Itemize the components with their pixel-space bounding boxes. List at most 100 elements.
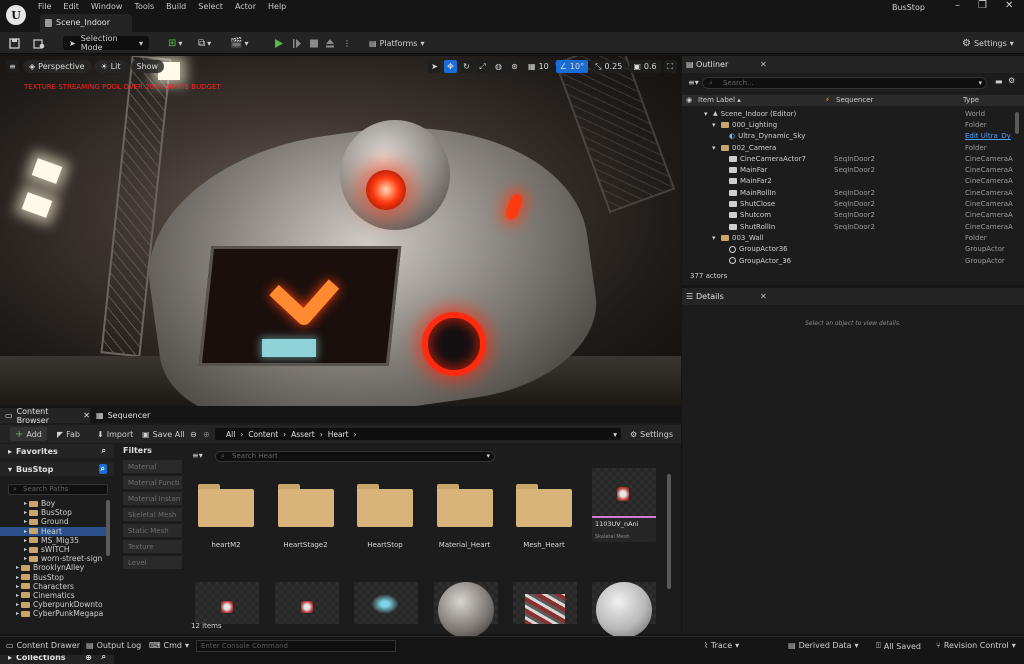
folder-tree-item[interactable]: ▸ BusStop [0, 508, 106, 517]
translate-tool-icon[interactable]: ✥ [444, 60, 457, 73]
outliner-row[interactable]: ▾ 002_Camera Folder [682, 142, 1014, 153]
add-actor-button[interactable]: ⊞ ▾ [168, 36, 182, 50]
trace-button[interactable]: ⌇ Trace ▾ [704, 641, 739, 650]
play-step-button[interactable] [292, 36, 302, 50]
folder-tree-item[interactable]: ▸ Cinematics [0, 591, 106, 600]
expander-chevron-icon[interactable]: ▸ [16, 592, 19, 599]
expander-chevron-icon[interactable]: ▸ [24, 509, 27, 516]
eject-button[interactable] [325, 36, 335, 50]
expander-chevron-icon[interactable]: ▸ [16, 574, 19, 581]
filter-chip[interactable]: Material [123, 460, 182, 473]
expander-chevron-icon[interactable]: ▸ [24, 518, 27, 525]
console-command-input[interactable]: Enter Console Command [196, 640, 396, 652]
project-header[interactable]: ▾ BusStop ⌕ [0, 462, 114, 476]
perspective-button[interactable]: ◈ Perspective [23, 60, 91, 73]
rotation-snap-button[interactable]: ∠ 10° [555, 60, 589, 73]
outliner-search-input[interactable]: ⌕ Search... ▾ [702, 77, 987, 89]
maximize-viewport-icon[interactable]: ⛶ [663, 60, 677, 73]
minimize-icon[interactable]: – [955, 0, 960, 11]
source-control-icon[interactable] [33, 36, 45, 50]
close-tab-icon[interactable]: ✕ [760, 60, 767, 69]
maximize-icon[interactable]: ❐ [978, 0, 987, 11]
asset-scrollbar[interactable] [667, 474, 671, 589]
sequencer-tab[interactable]: ▦ Sequencer [96, 408, 150, 423]
folder-tile[interactable] [516, 484, 572, 528]
menu-window[interactable]: Window [85, 0, 129, 13]
folder-tree-item[interactable]: ▸ sWITCH [0, 545, 106, 554]
stop-button[interactable] [309, 36, 319, 50]
outliner-tab[interactable]: ▤ Outliner ✕ [682, 56, 1024, 73]
rotate-tool-icon[interactable]: ↻ [460, 60, 473, 73]
asset-filter-icon[interactable]: ≡▾ [192, 451, 203, 460]
asset-tile-skeletal[interactable]: 1103UV_nAni Skeletal Mesh [592, 468, 656, 542]
visibility-eye-icon[interactable]: ◉ [686, 96, 692, 104]
play-button[interactable] [274, 36, 284, 50]
expander-chevron-icon[interactable]: ▾ [712, 234, 718, 242]
selection-mode-dropdown[interactable]: ➤ Selection Mode ▾ [63, 34, 149, 52]
folder-tree-item[interactable]: ▸ CyberpunkDownto [0, 600, 106, 609]
breadcrumb-assert[interactable]: Assert [286, 430, 320, 439]
breadcrumb-content[interactable]: Content [243, 430, 283, 439]
expander-chevron-icon[interactable]: ▸ [24, 555, 27, 562]
outliner-row[interactable]: ShutClose SeqInDoor2 CineCameraA [682, 198, 1014, 209]
history-back-icon[interactable]: ⊖ [190, 427, 197, 441]
grid-snap-button[interactable]: ▦ 10 [524, 60, 553, 73]
filter-chip[interactable]: Material Functi [123, 476, 182, 489]
asset-search-input[interactable]: ⌕ Search Heart ▾ [215, 451, 495, 462]
details-tab[interactable]: ☰ Details ✕ [682, 288, 1024, 305]
platforms-button[interactable]: ▤ Platforms ▾ [369, 36, 424, 50]
outliner-row[interactable]: MainRollIn SeqInDoor2 CineCameraA [682, 187, 1014, 198]
folder-tile[interactable] [357, 484, 413, 528]
search-icon[interactable]: ⌕ [98, 464, 107, 474]
expander-chevron-icon[interactable]: ▸ [16, 583, 19, 590]
outliner-row[interactable]: ◐ Ultra_Dynamic_Sky Edit Ultra_Dy [682, 131, 1014, 142]
content-browser-tab[interactable]: ▭ Content Browser ✕ [0, 407, 90, 425]
search-paths-input[interactable]: ⌕ Search Paths [8, 484, 108, 495]
outliner-row[interactable]: ▾ 003_Wall Folder [682, 232, 1014, 243]
outliner-row[interactable]: GroupActor_36 GroupActor [682, 255, 1014, 266]
expander-chevron-icon[interactable]: ▸ [16, 601, 19, 608]
menu-actor[interactable]: Actor [229, 0, 262, 13]
outliner-row[interactable]: Shutcom SeqInDoor2 CineCameraA [682, 210, 1014, 221]
close-tab-icon[interactable]: ✕ [760, 292, 767, 301]
folder-tree-item[interactable]: ▸ BrooklynAlley [0, 563, 106, 572]
viewport-menu-icon[interactable]: ≡ [6, 60, 19, 73]
outliner-row[interactable]: CineCameraActor7 SeqInDoor2 CineCameraA [682, 153, 1014, 164]
document-tab[interactable]: Scene_Indoor [40, 14, 132, 32]
folder-tree-item[interactable]: ▸ MS_Mig35 [0, 536, 106, 545]
scale-tool-icon[interactable]: ⤢ [476, 60, 489, 73]
blueprint-button[interactable]: ⧉ ▾ [198, 36, 211, 50]
menu-build[interactable]: Build [160, 0, 192, 13]
content-drawer-button[interactable]: ▭ Content Drawer [6, 641, 80, 650]
scale-snap-button[interactable]: ⤡ 0.25 [591, 60, 627, 73]
view-mode-lit-button[interactable]: ☀ Lit [94, 60, 127, 73]
folder-tree-item[interactable]: ▸ Boy [0, 499, 106, 508]
history-forward-icon[interactable]: ⊕ [203, 427, 210, 441]
close-icon[interactable]: ✕ [1005, 0, 1013, 11]
output-log-button[interactable]: ▤ Output Log [86, 641, 141, 650]
folder-tile[interactable] [436, 484, 493, 528]
outliner-scrollbar[interactable] [1015, 112, 1019, 134]
select-tool-icon[interactable]: ➤ [428, 60, 441, 73]
world-space-icon[interactable]: ◍ [492, 60, 505, 73]
breadcrumb-heart[interactable]: Heart [323, 430, 354, 439]
import-button[interactable]: ⬇ Import [97, 427, 133, 441]
cb-settings-button[interactable]: ⚙ Settings [630, 427, 673, 441]
outliner-row[interactable]: MainFar2 CineCameraA [682, 176, 1014, 187]
expander-chevron-icon[interactable]: ▸ [16, 610, 19, 617]
folder-tree-item[interactable]: ▸ Ground [0, 517, 106, 526]
folder-tile[interactable] [277, 484, 334, 528]
filter-chip[interactable]: Level [123, 556, 182, 569]
save-icon[interactable] [9, 36, 20, 50]
expander-chevron-icon[interactable]: ▸ [24, 500, 27, 507]
menu-help[interactable]: Help [262, 0, 292, 13]
settings-button[interactable]: ⚙ Settings ▾ [962, 36, 1014, 50]
expander-chevron-icon[interactable]: ▸ [24, 528, 27, 535]
folder-tile[interactable] [198, 484, 254, 528]
cinematics-button[interactable]: 🎬 ▾ [230, 36, 248, 50]
add-folder-icon[interactable]: ▬ [995, 77, 1003, 86]
play-options-icon[interactable]: ⋮ [343, 36, 351, 50]
add-button[interactable]: + Add [10, 427, 47, 441]
outliner-row[interactable]: ▾ 000_Lighting Folder [682, 119, 1014, 130]
menu-edit[interactable]: Edit [57, 0, 85, 13]
